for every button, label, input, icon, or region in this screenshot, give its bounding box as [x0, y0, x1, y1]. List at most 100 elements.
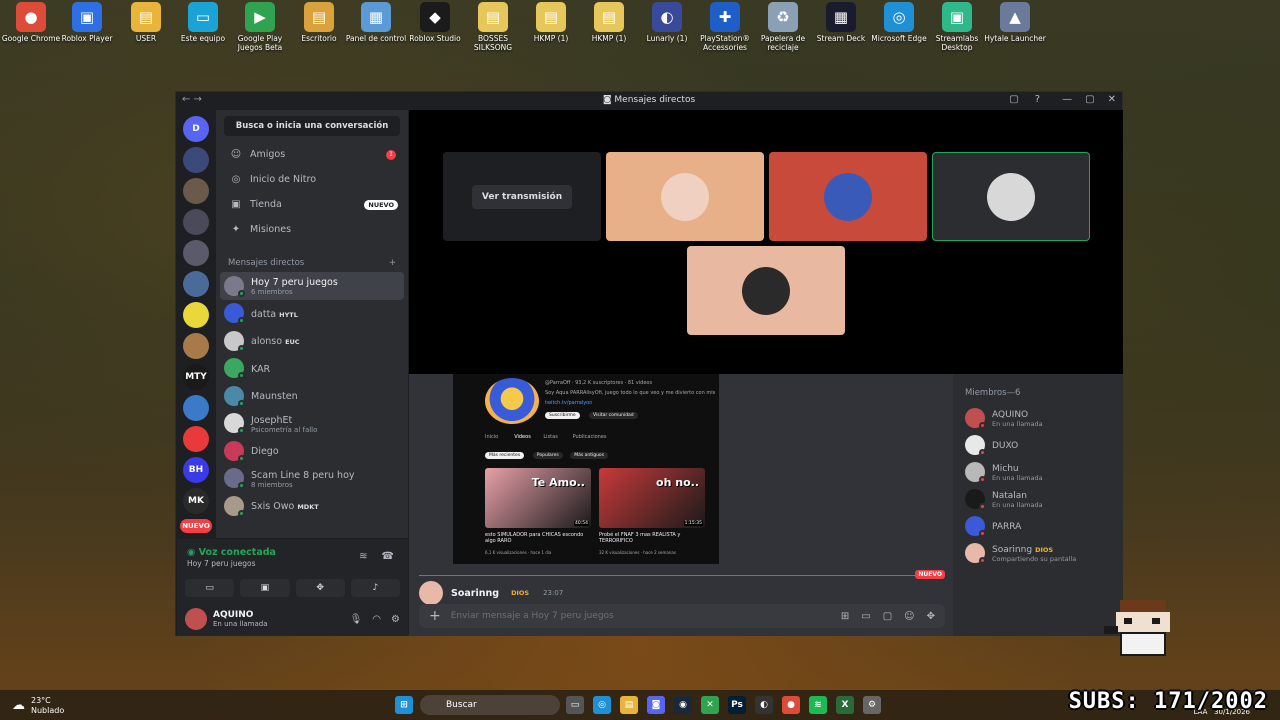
disconnect-icon[interactable]: ☎ — [382, 551, 394, 562]
explorer-icon[interactable]: ▤ — [620, 696, 638, 714]
participant-tile[interactable] — [769, 152, 927, 241]
activities-button[interactable]: ✥ — [295, 579, 345, 597]
server-icon[interactable] — [183, 147, 209, 173]
xbox-icon[interactable]: ✕ — [701, 696, 719, 714]
desktop-icon[interactable]: ▤ USER — [115, 2, 177, 43]
desktop-icon[interactable]: ▦ Panel de control — [345, 2, 407, 43]
desktop-icon[interactable]: ✚ PlayStation® Accessories — [694, 2, 756, 52]
new-server-badge[interactable]: NUEVO — [180, 519, 212, 533]
avatar[interactable] — [185, 608, 207, 630]
desktop-icon[interactable]: ▭ Este equipo — [172, 2, 234, 43]
desktop-icon[interactable]: ▤ HKMP (1) — [520, 2, 582, 43]
attach-icon[interactable]: + — [429, 608, 441, 624]
participant-tile[interactable] — [687, 246, 845, 335]
status-dot — [238, 509, 245, 517]
obs-icon[interactable]: ◐ — [755, 696, 773, 714]
member-item[interactable]: Natalan En una llamada — [961, 485, 1115, 512]
screen-share-button[interactable]: ▣ — [240, 579, 290, 597]
gift-icon[interactable]: ⊞ — [841, 611, 849, 622]
minimize-button[interactable]: — — [1062, 94, 1072, 105]
desktop-icon[interactable]: ▦ Stream Deck — [810, 2, 872, 43]
server-icon[interactable]: MK — [183, 488, 209, 514]
dm-item[interactable]: Sxis Owo MDKT — [220, 492, 404, 520]
nav-item-misiones[interactable]: ✦ Misiones — [216, 217, 408, 242]
desktop-icon[interactable]: ▣ Roblox Player — [56, 2, 118, 43]
participant-tile[interactable] — [932, 152, 1090, 241]
member-item[interactable]: Michu En una llamada — [961, 458, 1115, 485]
message-input[interactable]: Enviar mensaje a Hoy 7 peru juegos — [451, 611, 614, 621]
excel-icon[interactable]: X — [836, 696, 854, 714]
member-item[interactable]: AQUINO En una llamada — [961, 404, 1115, 431]
dm-item[interactable]: JosephEt Psicometría al fallo — [220, 410, 404, 438]
chrome-icon[interactable]: ● — [782, 696, 800, 714]
nav-item-inicio-de-nitro[interactable]: ◎ Inicio de Nitro — [216, 167, 408, 192]
headphones-icon[interactable]: ◠ — [372, 614, 381, 625]
spotify-icon[interactable]: ≋ — [809, 696, 827, 714]
help-icon[interactable]: ? — [1035, 94, 1040, 105]
server-icon[interactable] — [183, 178, 209, 204]
avatar[interactable] — [419, 581, 443, 605]
dm-item[interactable]: KAR — [220, 355, 404, 383]
desktop-icon[interactable]: ● Google Chrome — [0, 2, 62, 43]
search-conversation-button[interactable]: Busca o inicia una conversación — [224, 116, 400, 136]
desktop-icon[interactable]: ◐ Lunarly (1) — [636, 2, 698, 43]
soundboard-button[interactable]: ♪ — [350, 579, 400, 597]
desktop-icon[interactable]: ▣ Streamlabs Desktop — [926, 2, 988, 52]
server-icon[interactable] — [183, 333, 209, 359]
server-icon[interactable] — [183, 426, 209, 452]
server-icon[interactable] — [183, 271, 209, 297]
weather-widget[interactable]: ☁ 23°C Nublado — [12, 696, 64, 716]
server-icon[interactable]: MTY — [183, 364, 209, 390]
settings-icon[interactable]: ⚙ — [863, 696, 881, 714]
member-item[interactable]: Soarinng DIOS Compartiendo su pantalla — [961, 539, 1115, 566]
dm-item[interactable]: Scam Line 8 peru hoy 8 miembros — [220, 465, 404, 493]
close-button[interactable]: ✕ — [1108, 94, 1116, 105]
desktop-icon[interactable]: ▤ BOSSES SILKSONG — [462, 2, 524, 52]
nav-item-tienda[interactable]: ▣ Tienda NUEVO — [216, 192, 408, 217]
steam-icon[interactable]: ◉ — [674, 696, 692, 714]
desktop-icon[interactable]: ▶ Google Play Juegos Beta — [229, 2, 291, 52]
desktop-icon[interactable]: ▤ HKMP (1) — [578, 2, 640, 43]
dm-item[interactable]: datta HYTL — [220, 300, 404, 328]
member-item[interactable]: DUXO — [961, 431, 1115, 458]
apps-icon[interactable]: ✥ — [927, 611, 935, 622]
desktop-icon[interactable]: ◆ Roblox Studio — [404, 2, 466, 43]
task-view-icon[interactable]: ▭ — [566, 696, 584, 714]
add-dm-icon[interactable]: + — [389, 258, 396, 268]
nav-item-amigos[interactable]: ☺ Amigos 1 — [216, 142, 408, 167]
server-icon[interactable] — [183, 209, 209, 235]
maximize-button[interactable]: ▢ — [1085, 94, 1094, 105]
discord-home-icon[interactable]: D — [183, 116, 209, 142]
mic-icon[interactable]: 🎙 — [350, 614, 363, 625]
message-composer[interactable]: + Enviar mensaje a Hoy 7 peru juegos ⊞ ▭… — [419, 604, 945, 628]
emoji-icon[interactable]: ☺ — [904, 611, 914, 622]
inbox-icon[interactable]: ▢ — [1009, 94, 1018, 105]
desktop-icon[interactable]: ▲ Hytale Launcher — [984, 2, 1046, 43]
server-icon[interactable] — [183, 302, 209, 328]
desktop-icon[interactable]: ◎ Microsoft Edge — [868, 2, 930, 43]
photoshop-icon[interactable]: Ps — [728, 696, 746, 714]
member-item[interactable]: PARRA — [961, 512, 1115, 539]
dm-item[interactable]: alonso EUC — [220, 327, 404, 355]
taskbar-search[interactable]: Buscar — [420, 695, 560, 715]
message-author[interactable]: Soarinng — [451, 588, 499, 599]
camera-button[interactable]: ▭ — [185, 579, 235, 597]
server-icon[interactable] — [183, 240, 209, 266]
dm-item[interactable]: Hoy 7 peru juegos 6 miembros — [220, 272, 404, 300]
start-icon[interactable]: ⊞ — [395, 696, 413, 714]
desktop-icon[interactable]: ♻ Papelera de reciclaje — [752, 2, 814, 52]
edge-icon[interactable]: ◎ — [593, 696, 611, 714]
settings-icon[interactable]: ⚙ — [391, 614, 400, 625]
gif-icon[interactable]: ▭ — [861, 611, 870, 622]
participant-tile[interactable] — [606, 152, 764, 241]
noise-suppression-icon[interactable]: ≋ — [359, 551, 367, 562]
server-icon[interactable]: BH — [183, 457, 209, 483]
shared-screen[interactable]: @ParraOff · 93,2 K suscriptores · 81 vid… — [453, 374, 719, 564]
server-icon[interactable] — [183, 395, 209, 421]
watch-stream-button[interactable]: Ver transmisión — [471, 184, 573, 209]
dm-item[interactable]: Maunsten — [220, 382, 404, 410]
discord-icon[interactable]: ◙ — [647, 696, 665, 714]
desktop-icon[interactable]: ▤ Escritorio — [288, 2, 350, 43]
dm-item[interactable]: Diego — [220, 437, 404, 465]
sticker-icon[interactable]: ▢ — [883, 611, 892, 622]
